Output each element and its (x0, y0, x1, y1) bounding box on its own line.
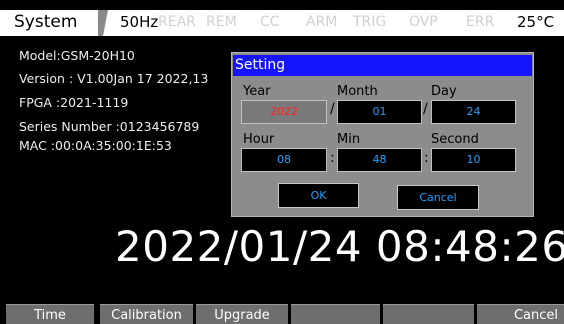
hour-field[interactable]: 08 (241, 148, 327, 172)
year-field[interactable]: 2022 (241, 100, 327, 124)
page-title: System (14, 12, 78, 32)
version-text: Version : V1.00Jan 17 2022,13 (19, 71, 209, 86)
softkey-time[interactable]: Time (6, 304, 94, 324)
date-separator: / (423, 101, 428, 117)
annunciator-arm: ARM (306, 14, 338, 30)
dialog-cancel-button[interactable]: Cancel (397, 185, 479, 210)
series-number-text: Series Number :0123456789 (19, 119, 200, 134)
hour-label: Hour (243, 132, 275, 147)
year-label: Year (243, 84, 271, 99)
month-field[interactable]: 01 (337, 100, 422, 124)
softkey-upgrade[interactable]: Upgrade (196, 304, 288, 324)
annunciator-rear: REAR (158, 14, 196, 30)
temperature-indicator: 25°C (517, 13, 555, 31)
title-separator (98, 10, 108, 36)
annunciator-err: ERR (466, 14, 495, 30)
min-label: Min (337, 132, 361, 147)
day-field[interactable]: 24 (431, 100, 516, 124)
second-field[interactable]: 10 (431, 148, 516, 172)
clock-display: 2022/01/24 08:48:26 (115, 222, 564, 271)
min-field[interactable]: 48 (337, 148, 422, 172)
annunciator-trig: TRIG (353, 14, 387, 30)
softkey-blank-5[interactable] (383, 304, 474, 324)
annunciator-ovp: OVP (409, 14, 438, 30)
annunciator-cc: CC (260, 14, 280, 30)
time-separator: : (330, 150, 335, 166)
time-separator: : (424, 150, 429, 166)
softkey-calibration[interactable]: Calibration (100, 304, 193, 324)
day-label: Day (431, 84, 457, 99)
softkey-blank-4[interactable] (291, 304, 380, 324)
status-bar: System 50Hz REAR REM CC ARM TRIG OVP ERR… (0, 10, 564, 36)
fpga-text: FPGA :2021-1119 (19, 95, 129, 110)
month-label: Month (337, 84, 378, 99)
dialog-title: Setting (233, 55, 532, 76)
second-label: Second (431, 132, 479, 147)
annunciator-rem: REM (206, 14, 237, 30)
model-text: Model:GSM-20H10 (19, 48, 135, 63)
mac-text: MAC :00:0A:35:00:1E:53 (19, 138, 172, 153)
setting-dialog: Setting Year Month Day 2022 / 01 / 24 Ho… (231, 52, 534, 217)
ok-button[interactable]: OK (278, 183, 359, 208)
frequency-indicator: 50Hz (120, 13, 159, 31)
date-separator: / (330, 101, 335, 117)
softkey-cancel[interactable]: Cancel (477, 304, 564, 324)
